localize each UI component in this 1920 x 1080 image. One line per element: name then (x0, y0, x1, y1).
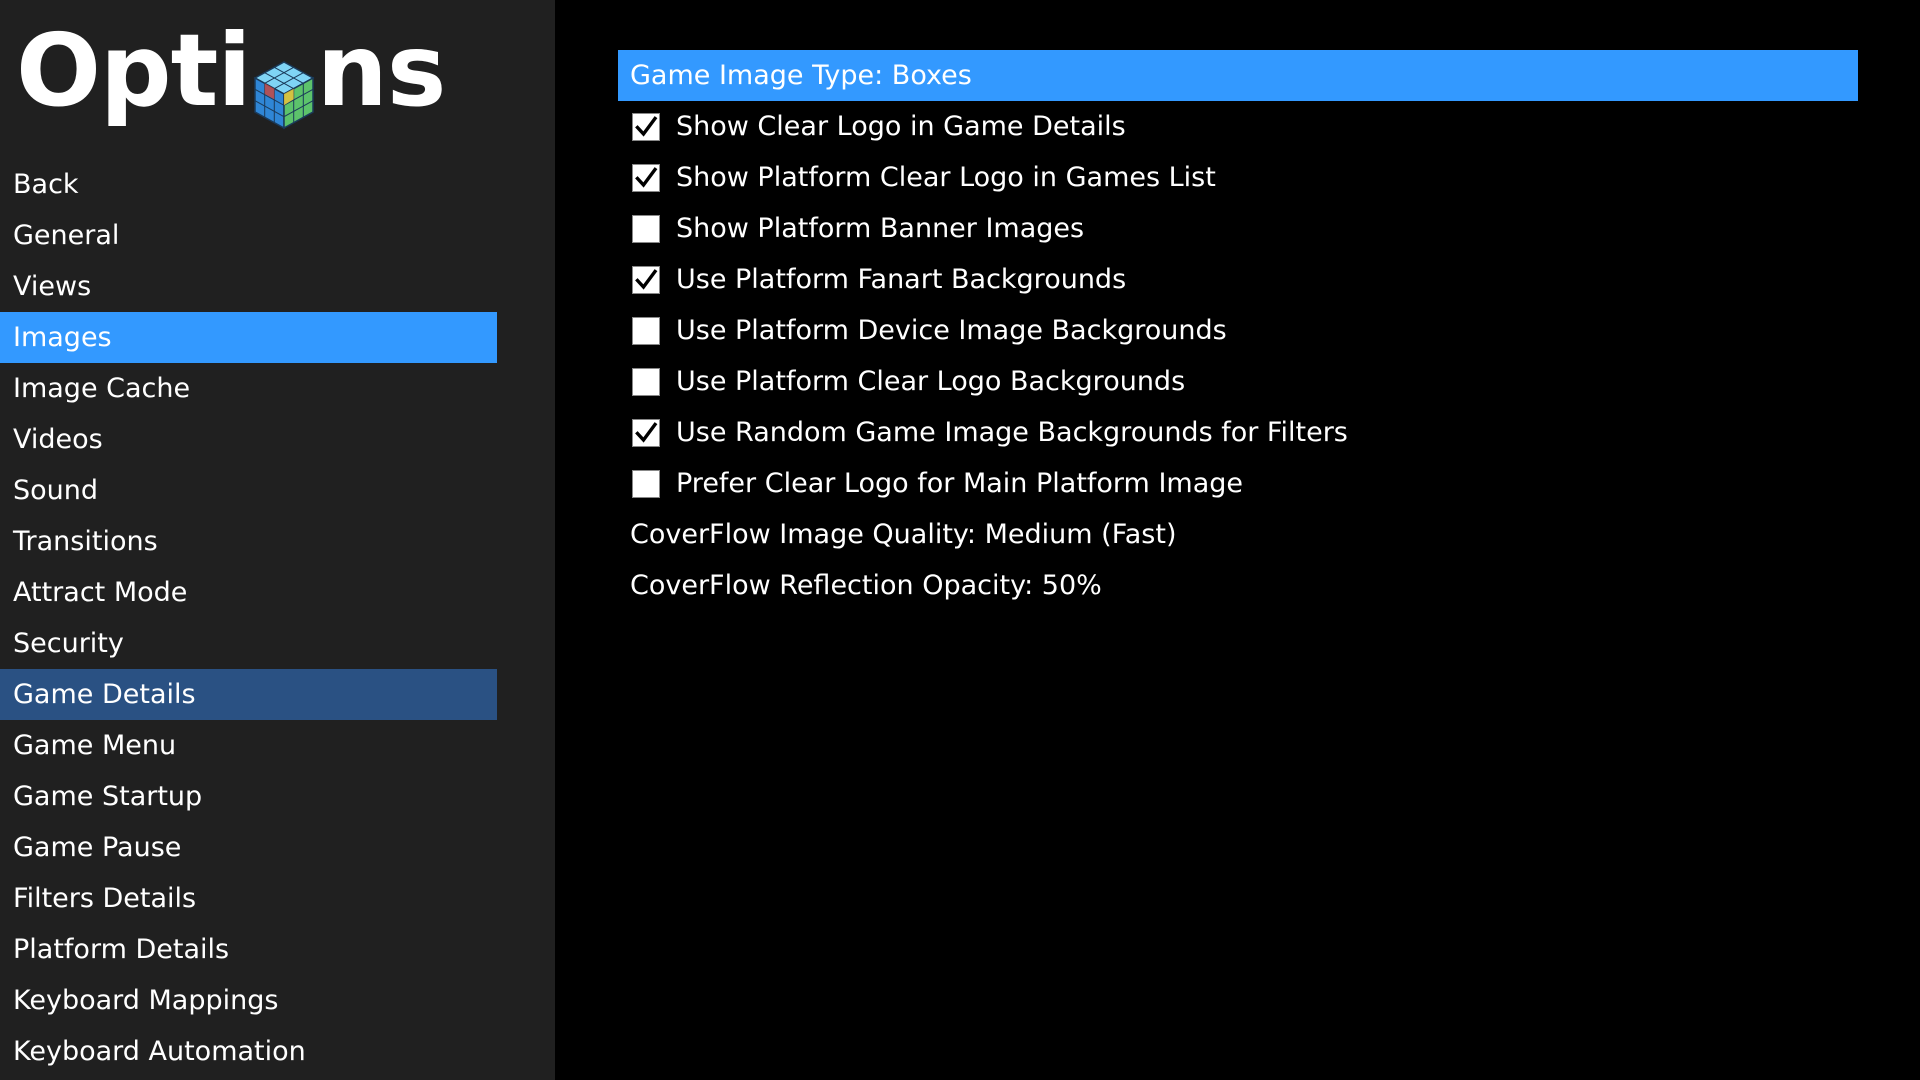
coverflow-reflection-opacity-selector[interactable]: CoverFlow Reflection Opacity: 50% (618, 560, 1858, 611)
option-use-platform-fanart-backgrounds[interactable]: Use Platform Fanart Backgrounds (618, 254, 1858, 305)
checkbox-checked-icon[interactable] (632, 265, 660, 294)
coverflow-opacity-label: CoverFlow Reflection Opacity: 50% (630, 570, 1102, 601)
game-image-type-label: Game Image Type: Boxes (630, 60, 972, 91)
option-show-platform-clear-logo-games-list[interactable]: Show Platform Clear Logo in Games List (618, 152, 1858, 203)
launchbox-cube-icon (253, 46, 315, 130)
checkbox-unchecked-icon[interactable] (632, 316, 660, 345)
option-prefer-clear-logo-main-platform[interactable]: Prefer Clear Logo for Main Platform Imag… (618, 458, 1858, 509)
option-label: Use Random Game Image Backgrounds for Fi… (676, 417, 1348, 448)
menu-item-attract-mode[interactable]: Attract Mode (0, 567, 497, 618)
coverflow-quality-label: CoverFlow Image Quality: Medium (Fast) (630, 519, 1177, 550)
menu-item-keyboard-automation[interactable]: Keyboard Automation (0, 1026, 497, 1077)
menu-item-game-pause[interactable]: Game Pause (0, 822, 497, 873)
checkbox-unchecked-icon[interactable] (632, 214, 660, 243)
images-settings-panel: Game Image Type: Boxes Show Clear Logo i… (618, 50, 1858, 611)
menu-item-game-startup[interactable]: Game Startup (0, 771, 497, 822)
option-label: Show Platform Clear Logo in Games List (676, 162, 1216, 193)
coverflow-image-quality-selector[interactable]: CoverFlow Image Quality: Medium (Fast) (618, 509, 1858, 560)
option-use-random-game-image-backgrounds[interactable]: Use Random Game Image Backgrounds for Fi… (618, 407, 1858, 458)
options-menu: Back General Views Images Image Cache Vi… (0, 159, 497, 1077)
menu-item-sound[interactable]: Sound (0, 465, 497, 516)
menu-item-transitions[interactable]: Transitions (0, 516, 497, 567)
menu-item-filters-details[interactable]: Filters Details (0, 873, 497, 924)
option-use-platform-clear-logo-backgrounds[interactable]: Use Platform Clear Logo Backgrounds (618, 356, 1858, 407)
game-image-type-selector[interactable]: Game Image Type: Boxes (618, 50, 1858, 101)
checkbox-unchecked-icon[interactable] (632, 367, 660, 396)
options-title: Opti ns (16, 6, 447, 136)
menu-item-platform-details[interactable]: Platform Details (0, 924, 497, 975)
menu-item-general[interactable]: General (0, 210, 497, 261)
checkbox-unchecked-icon[interactable] (632, 469, 660, 498)
option-label: Use Platform Fanart Backgrounds (676, 264, 1127, 295)
option-label: Show Clear Logo in Game Details (676, 111, 1126, 142)
option-label: Show Platform Banner Images (676, 213, 1085, 244)
option-use-platform-device-image-backgrounds[interactable]: Use Platform Device Image Backgrounds (618, 305, 1858, 356)
checkbox-checked-icon[interactable] (632, 418, 660, 447)
option-show-platform-banner-images[interactable]: Show Platform Banner Images (618, 203, 1858, 254)
option-label: Prefer Clear Logo for Main Platform Imag… (676, 468, 1243, 499)
option-show-clear-logo-game-details[interactable]: Show Clear Logo in Game Details (618, 101, 1858, 152)
menu-item-game-details[interactable]: Game Details (0, 669, 497, 720)
menu-item-back[interactable]: Back (0, 159, 497, 210)
menu-item-keyboard-mappings[interactable]: Keyboard Mappings (0, 975, 497, 1026)
menu-item-images[interactable]: Images (0, 312, 497, 363)
sidebar: Opti ns Back General Views Images Image … (0, 0, 555, 1080)
option-label: Use Platform Device Image Backgrounds (676, 315, 1227, 346)
menu-item-image-cache[interactable]: Image Cache (0, 363, 497, 414)
options-screen: Opti ns Back General Views Images Image … (0, 0, 1920, 1080)
option-label: Use Platform Clear Logo Backgrounds (676, 366, 1186, 397)
menu-item-videos[interactable]: Videos (0, 414, 497, 465)
checkbox-checked-icon[interactable] (632, 112, 660, 141)
menu-item-game-menu[interactable]: Game Menu (0, 720, 497, 771)
menu-item-security[interactable]: Security (0, 618, 497, 669)
title-text-end: ns (316, 12, 447, 129)
menu-item-views[interactable]: Views (0, 261, 497, 312)
title-text-start: Opti (16, 12, 252, 129)
checkbox-checked-icon[interactable] (632, 163, 660, 192)
